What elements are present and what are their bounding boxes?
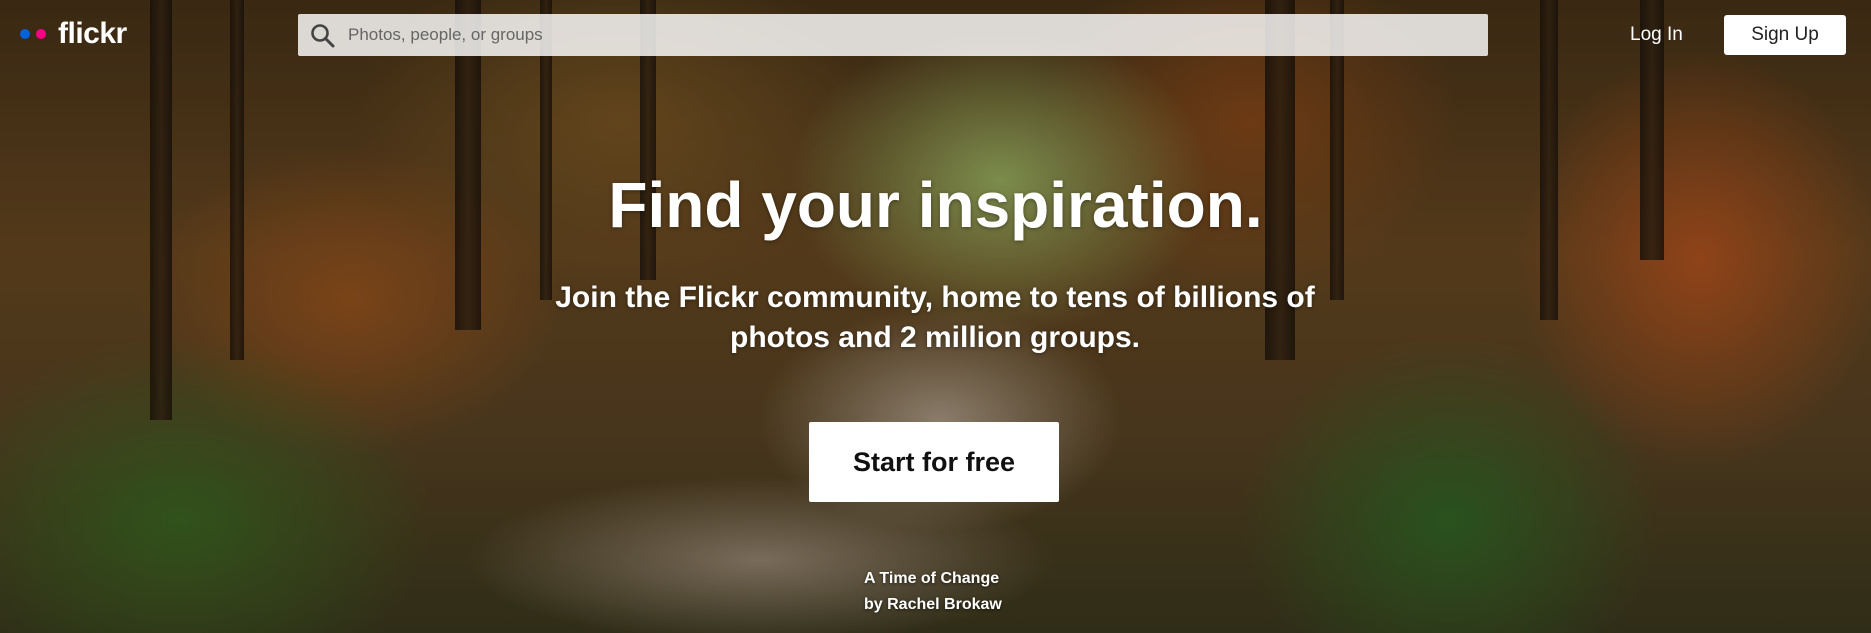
login-link[interactable]: Log In — [1620, 16, 1693, 54]
start-for-free-button[interactable]: Start for free — [809, 422, 1059, 502]
pink-dot — [36, 29, 46, 39]
search-input[interactable] — [348, 14, 1488, 56]
blue-dot — [20, 29, 30, 39]
flickr-logo[interactable]: flickr — [20, 14, 127, 54]
photo-title-link[interactable]: A Time of Change — [864, 566, 1002, 592]
hero-headline: Find your inspiration. — [608, 169, 1263, 241]
photo-author-link[interactable]: by Rachel Brokaw — [864, 592, 1002, 618]
photo-credit: A Time of Change by Rachel Brokaw — [864, 566, 1002, 618]
hero-subheadline: Join the Flickr community, home to tens … — [555, 281, 1315, 354]
search-icon[interactable] — [308, 14, 348, 56]
signup-button[interactable]: Sign Up — [1724, 15, 1846, 55]
logo-text: flickr — [58, 17, 127, 50]
search-bar[interactable] — [298, 14, 1488, 56]
